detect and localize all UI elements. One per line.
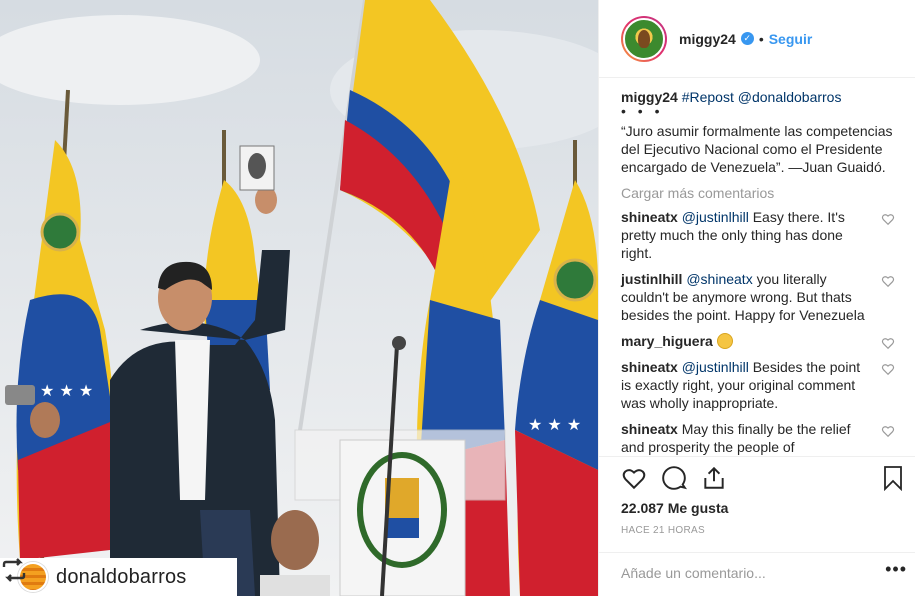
post-actions: 22.087 Me gusta HACE 21 HORAS Añade un c…: [599, 456, 915, 596]
author-avatar-image: [623, 17, 665, 60]
comment-item: justinlhill @shineatx you literally coul…: [621, 270, 901, 324]
post-caption: miggy24 #Repost @donaldobarros • • • “Ju…: [621, 88, 901, 176]
comment-username[interactable]: shineatx: [621, 421, 678, 437]
add-comment-bar: Añade un comentario... •••: [599, 552, 915, 596]
comment-username[interactable]: justinlhill: [621, 271, 682, 287]
caption-text: “Juro asumir formalmente las competencia…: [621, 123, 893, 175]
caption-mention[interactable]: @donaldobarros: [738, 89, 842, 105]
post-timestamp[interactable]: HACE 21 HORAS: [621, 525, 705, 536]
comment-like-icon[interactable]: [881, 424, 895, 438]
svg-text:★ ★ ★: ★ ★ ★: [40, 381, 93, 400]
likes-count[interactable]: 22.087 Me gusta: [621, 500, 728, 516]
bookmark-icon[interactable]: [881, 465, 905, 491]
svg-text:★ ★ ★: ★ ★ ★: [528, 415, 581, 434]
heart-icon[interactable]: [621, 465, 647, 491]
share-icon[interactable]: [701, 465, 727, 491]
follow-button[interactable]: Seguir: [769, 31, 813, 47]
post-header: miggy24 ✓ • Seguir: [599, 0, 915, 78]
comment-like-icon[interactable]: [881, 274, 895, 288]
photo-illustration: ★ ★ ★ ★ ★ ★: [0, 0, 598, 596]
repost-icon: [2, 558, 26, 582]
comment-username[interactable]: mary_higuera: [621, 333, 713, 349]
more-options-icon[interactable]: •••: [885, 559, 907, 580]
comment-mention[interactable]: @justinlhill: [682, 359, 749, 375]
author-avatar[interactable]: [621, 15, 667, 62]
comment-username[interactable]: shineatx: [621, 359, 678, 375]
comment-item: shineatx @justinlhill Besides the point …: [621, 358, 901, 412]
load-more-comments[interactable]: Cargar más comentarios: [621, 184, 901, 202]
emoji-icon: [716, 333, 733, 349]
instagram-post: ★ ★ ★ ★ ★ ★ donaldobarros miggy24 ✓ • Se…: [0, 0, 915, 596]
action-icons: [621, 465, 905, 493]
comment-mention[interactable]: @shineatx: [686, 271, 752, 287]
author-username[interactable]: miggy24: [679, 31, 736, 47]
caption-dots: • • •: [621, 103, 664, 119]
caption-hashtag[interactable]: #Repost: [682, 89, 734, 105]
verified-icon: ✓: [740, 32, 754, 45]
post-side-panel: miggy24 ✓ • Seguir miggy24 #Repost @dona…: [598, 0, 915, 596]
repost-attribution[interactable]: donaldobarros: [0, 558, 237, 596]
add-comment-input[interactable]: Añade un comentario...: [621, 565, 766, 581]
repost-username: donaldobarros: [56, 565, 187, 588]
comment-username[interactable]: shineatx: [621, 209, 678, 225]
comment-item: mary_higuera: [621, 332, 901, 350]
comment-mention[interactable]: @justinlhill: [682, 209, 749, 225]
comment-item: shineatx May this finally be the relief …: [621, 420, 901, 456]
comment-like-icon[interactable]: [881, 336, 895, 350]
comment-like-icon[interactable]: [881, 362, 895, 376]
comment-like-icon[interactable]: [881, 212, 895, 226]
comment-item: shineatx @justinlhill Easy there. It's p…: [621, 208, 901, 262]
post-photo[interactable]: ★ ★ ★ ★ ★ ★ donaldobarros: [0, 0, 598, 596]
comment-icon[interactable]: [661, 465, 687, 491]
header-separator: •: [758, 30, 764, 47]
comments-list[interactable]: miggy24 #Repost @donaldobarros • • • “Ju…: [599, 78, 915, 456]
